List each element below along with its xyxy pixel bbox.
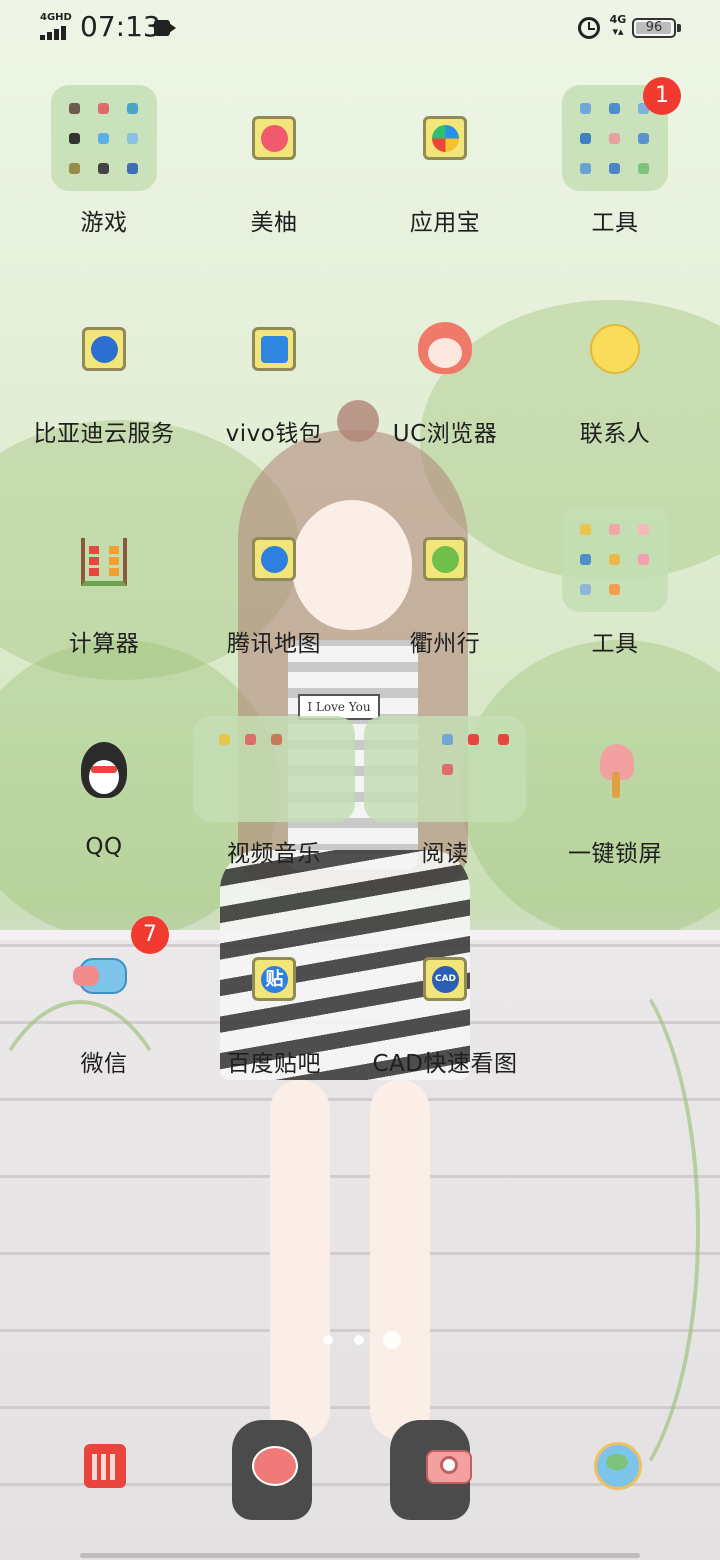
qq-penguin-icon xyxy=(51,716,157,822)
app-label: 阅读 xyxy=(421,841,469,867)
app-label: 工具 xyxy=(591,210,639,236)
app-baidu-tieba[interactable]: 贴 百度贴吧 xyxy=(189,926,359,1078)
network-type-label: 4GHD xyxy=(40,12,72,23)
contacts-face-icon xyxy=(562,296,668,402)
app-label: 视频音乐 xyxy=(227,841,321,867)
app-lock-screen[interactable]: 一键锁屏 xyxy=(530,716,700,868)
battery-icon: 96 xyxy=(632,18,676,38)
app-label: 比亚迪云服务 xyxy=(33,421,175,447)
app-label: 工具 xyxy=(591,631,639,657)
dock-camera-icon[interactable] xyxy=(418,1436,478,1496)
app-calculator[interactable]: 计算器 xyxy=(19,506,189,658)
app-vivo-wallet[interactable]: vivo钱包 xyxy=(189,296,359,448)
tieba-icon: 贴 xyxy=(221,926,327,1032)
video-music-folder-icon xyxy=(193,716,355,822)
gesture-bar[interactable] xyxy=(80,1553,640,1558)
wallet-icon xyxy=(221,296,327,402)
meiyou-icon xyxy=(221,85,327,191)
app-label: 腾讯地图 xyxy=(227,631,321,657)
yingyongbao-icon xyxy=(392,85,498,191)
app-cad-viewer[interactable]: CAD CAD快速看图 xyxy=(360,926,530,1078)
alarm-icon xyxy=(578,17,600,39)
dock-phone-icon[interactable] xyxy=(74,1436,134,1496)
folder-games[interactable]: 游戏 xyxy=(19,85,189,237)
app-label: vivo钱包 xyxy=(225,421,323,447)
app-byd-cloud[interactable]: 比亚迪云服务 xyxy=(19,296,189,448)
notification-badge: 7 xyxy=(131,916,169,954)
status-bar: 4GHD 07:13 4G ▾▴ 96 xyxy=(0,0,720,56)
app-label: 应用宝 xyxy=(409,210,481,236)
app-meiyou[interactable]: 美柚 xyxy=(189,85,359,237)
byd-cloud-icon xyxy=(51,296,157,402)
cad-icon: CAD xyxy=(392,926,498,1032)
app-tencent-map[interactable]: 腾讯地图 xyxy=(189,506,359,658)
app-label: 一键锁屏 xyxy=(568,841,662,867)
abacus-icon xyxy=(51,506,157,612)
tieba-glyph: 贴 xyxy=(261,966,288,993)
folder-reading[interactable]: 阅读 xyxy=(360,716,530,868)
mobile-data-icon: 4G ▾▴ xyxy=(609,13,627,38)
dock-messages-icon[interactable] xyxy=(244,1436,304,1496)
dock-browser-icon[interactable] xyxy=(588,1436,648,1496)
app-qq[interactable]: QQ xyxy=(19,716,189,860)
reading-folder-icon xyxy=(364,716,526,822)
app-label: 游戏 xyxy=(80,210,128,236)
lock-screen-icon xyxy=(562,716,668,822)
app-label: 百度贴吧 xyxy=(227,1051,321,1077)
tools-folder-icon xyxy=(562,506,668,612)
app-yingyongbao[interactable]: 应用宝 xyxy=(360,85,530,237)
app-contacts[interactable]: 联系人 xyxy=(530,296,700,448)
uc-squirrel-icon xyxy=(392,296,498,402)
folder-tools-2[interactable]: 工具 xyxy=(530,506,700,658)
app-label: 计算器 xyxy=(68,631,140,657)
cad-glyph: CAD xyxy=(432,966,459,993)
games-folder-icon xyxy=(51,85,157,191)
clock-time: 07:13 xyxy=(80,10,161,43)
app-label: 联系人 xyxy=(579,421,651,447)
folder-video-music[interactable]: 视频音乐 xyxy=(189,716,359,868)
app-wechat[interactable]: 微信 xyxy=(19,926,189,1078)
app-label: 衢州行 xyxy=(409,631,481,657)
signal-strength-icon xyxy=(40,24,72,40)
app-label: QQ xyxy=(85,834,123,860)
app-uc-browser[interactable]: UC浏览器 xyxy=(360,296,530,448)
video-recording-icon xyxy=(154,20,176,36)
app-label: 微信 xyxy=(80,1051,128,1077)
notification-badge: 1 xyxy=(643,77,681,115)
map-icon xyxy=(221,506,327,612)
app-quzhouxing[interactable]: 衢州行 xyxy=(360,506,530,658)
app-label: UC浏览器 xyxy=(392,421,498,447)
app-label: 美柚 xyxy=(250,210,298,236)
quzhouxing-icon xyxy=(392,506,498,612)
app-label: CAD快速看图 xyxy=(372,1051,518,1077)
battery-percent: 96 xyxy=(645,20,663,35)
